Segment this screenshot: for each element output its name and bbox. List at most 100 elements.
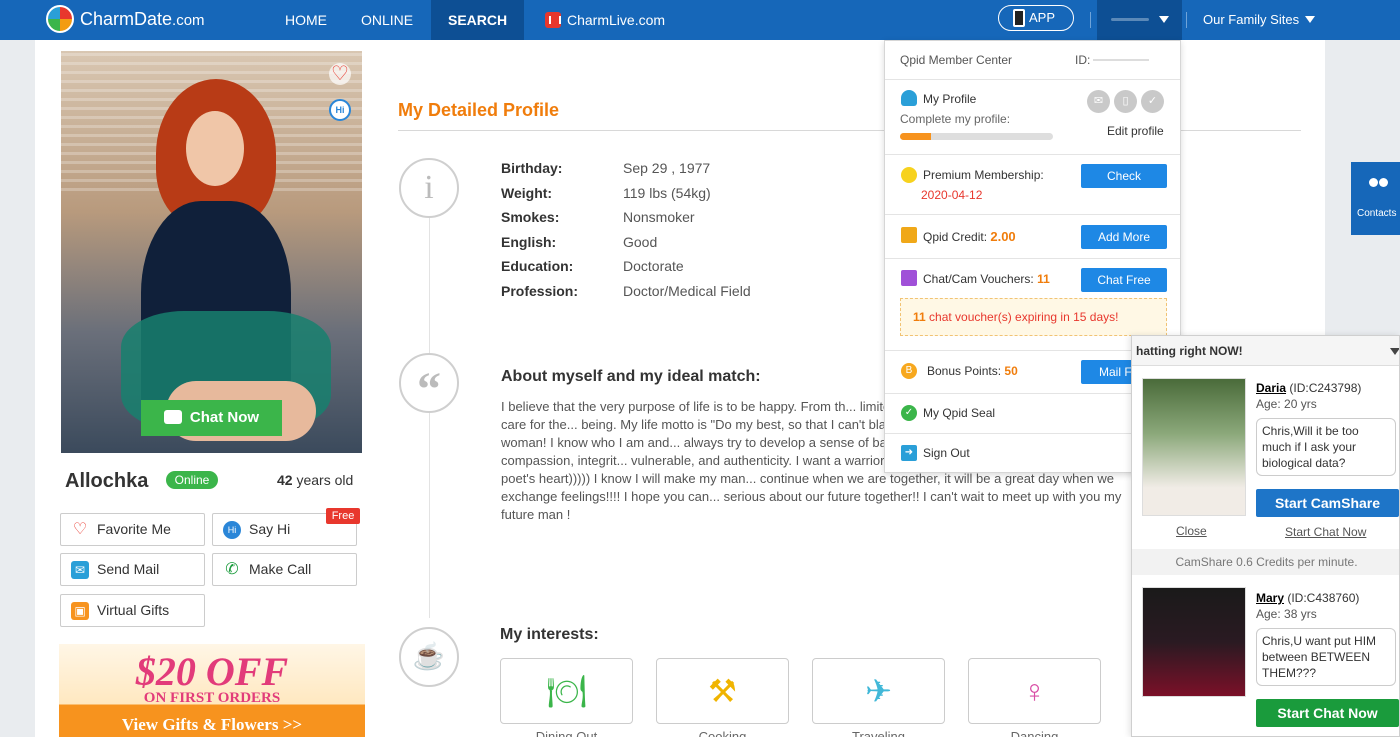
logo-text: CharmDate.com [80, 8, 205, 29]
interest-label: Traveling [852, 729, 905, 737]
gifts-promo-banner[interactable]: $20 OFF ON FIRST ORDERS View Gifts & Flo… [59, 644, 365, 737]
weight-label: Weight: [501, 185, 553, 201]
interest-label: Cooking [698, 729, 747, 737]
family-sites-menu[interactable]: Our Family Sites [1203, 0, 1316, 40]
my-profile-section: My Profile Complete my profile: ✉ ▯ ✓ Ed… [885, 80, 1180, 155]
close-link[interactable]: Close [1176, 524, 1207, 538]
airplane-icon: ✈ [865, 673, 892, 709]
email-verify-icon: ✉ [1087, 90, 1110, 113]
chat-panel-header[interactable]: hatting right NOW! [1132, 336, 1399, 366]
member-center-title: Qpid Member Center [900, 53, 1013, 67]
camshare-rate-note: CamShare 0.6 Credits per minute. [1132, 549, 1399, 575]
gift-icon: ▣ [71, 602, 89, 620]
qpid-seal-link: My Qpid Seal [923, 406, 996, 420]
start-camshare-button[interactable]: Start CamShare [1256, 489, 1399, 517]
charmlive-icon [545, 12, 561, 28]
check-button[interactable]: Check [1081, 164, 1167, 188]
education-value: Doctorate [623, 258, 684, 274]
user-menu-toggle[interactable] [1097, 0, 1182, 40]
phone-icon [1013, 9, 1025, 27]
free-badge: Free [326, 508, 360, 524]
credit-label: Qpid Credit: 2.00 [923, 229, 1016, 244]
contacts-label: Contacts [1357, 208, 1397, 219]
chat-bubble-icon [163, 410, 182, 424]
weight-value: 119 lbs (54kg) [623, 185, 711, 201]
english-label: English: [501, 234, 557, 250]
lady-name-mary[interactable]: Mary (ID:C438760) [1256, 591, 1359, 605]
mail-icon: ✉ [71, 561, 89, 579]
profile-completion-fill [900, 133, 931, 140]
online-status-badge: Online [166, 471, 218, 489]
interest-dancing: ♀ [968, 658, 1101, 724]
chat-now-panel: hatting right NOW! Daria (ID:C243798) Ag… [1131, 335, 1400, 737]
voucher-ticket-icon [901, 270, 917, 286]
about-title: About myself and my ideal match: [501, 368, 761, 385]
add-more-button[interactable]: Add More [1081, 225, 1167, 249]
app-button[interactable]: APP [998, 5, 1074, 31]
nav-home[interactable]: HOME [285, 0, 327, 40]
education-label: Education: [501, 258, 574, 274]
phone-call-icon: ✆ [225, 561, 239, 578]
nav-divider [1186, 12, 1187, 28]
favorite-me-button[interactable]: ♡ Favorite Me [60, 513, 205, 546]
heart-plus-icon: ♡ [72, 521, 88, 538]
bonus-b-icon: B [901, 363, 917, 379]
start-chat-now-link[interactable]: Start Chat Now [1285, 525, 1366, 539]
site-logo[interactable]: CharmDate.com [46, 5, 205, 33]
premium-section: Premium Membership: 2020-04-12 Check [885, 155, 1180, 215]
lady-photo-mary[interactable] [1142, 587, 1246, 697]
chevron-down-icon [1390, 348, 1399, 355]
chat-now-button[interactable]: Chat Now [141, 400, 282, 436]
photo-face [186, 111, 244, 186]
detailed-profile-title: My Detailed Profile [398, 100, 560, 120]
profile-name: Allochka [65, 470, 149, 492]
profession-value: Doctor/Medical Field [623, 283, 751, 299]
birthday-label: Birthday: [501, 160, 563, 176]
smokes-value: Nonsmoker [623, 209, 695, 225]
make-call-button[interactable]: ✆ Make Call [212, 553, 357, 586]
hi-bubble-icon: Hi [223, 521, 241, 539]
premium-coin-icon [901, 167, 917, 183]
top-navigation-bar: CharmDate.com HOME ONLINE SEARCH CharmLi… [0, 0, 1400, 40]
edit-profile-link[interactable]: Edit profile [1107, 124, 1164, 138]
chevron-down-icon [1159, 16, 1169, 23]
profession-label: Profession: [501, 283, 579, 299]
complete-profile-label: Complete my profile: [900, 112, 1011, 126]
send-mail-button[interactable]: ✉ Send Mail [60, 553, 205, 586]
voucher-expiry-notice: 11 chat voucher(s) expiring in 15 days! [900, 298, 1167, 336]
contacts-people-icon [1367, 178, 1389, 194]
lady-photo-daria[interactable] [1142, 378, 1246, 516]
sign-out-link: Sign Out [923, 446, 970, 460]
profile-photo[interactable] [61, 51, 362, 453]
profile-age: 42 years old [277, 472, 354, 488]
member-id-label: ID: [1075, 53, 1091, 67]
dancer-icon: ♀ [1022, 673, 1047, 709]
interest-dining-out: 🍽 [500, 658, 633, 724]
bonus-label: Bonus Points: 50 [927, 364, 1018, 378]
contacts-tab[interactable]: Contacts [1351, 162, 1400, 235]
member-id-hidden [1093, 59, 1149, 61]
say-hi-icon[interactable]: Hi [329, 99, 351, 121]
username-hidden [1111, 18, 1149, 21]
profile-person-icon [901, 90, 917, 106]
chat-free-button[interactable]: Chat Free [1081, 268, 1167, 292]
nav-search[interactable]: SEARCH [431, 0, 525, 40]
lady-age-mary: Age: 38 yrs [1256, 607, 1317, 621]
chevron-down-icon [1305, 16, 1316, 23]
virtual-gifts-button[interactable]: ▣ Virtual Gifts [60, 594, 205, 627]
credit-coins-icon [901, 227, 917, 243]
credit-section: Qpid Credit: 2.00 Add More [885, 215, 1180, 259]
seal-check-icon: ✓ [901, 405, 917, 421]
dining-icon: 🍽 [546, 673, 587, 709]
lady-name-daria[interactable]: Daria (ID:C243798) [1256, 381, 1361, 395]
start-chat-now-button[interactable]: Start Chat Now [1256, 699, 1399, 727]
nav-online[interactable]: ONLINE [361, 0, 413, 40]
my-profile-link[interactable]: My Profile [923, 92, 976, 106]
interest-cooking: ⚒ [656, 658, 789, 724]
nav-charmlive[interactable]: CharmLive.com [545, 0, 665, 40]
quote-icon: “ [399, 353, 459, 416]
add-favorite-heart-icon[interactable]: ♡ [329, 63, 351, 85]
english-value: Good [623, 234, 658, 250]
promo-subline: ON FIRST ORDERS [143, 690, 281, 706]
member-center-header: Qpid Member Center ID: [885, 41, 1180, 80]
